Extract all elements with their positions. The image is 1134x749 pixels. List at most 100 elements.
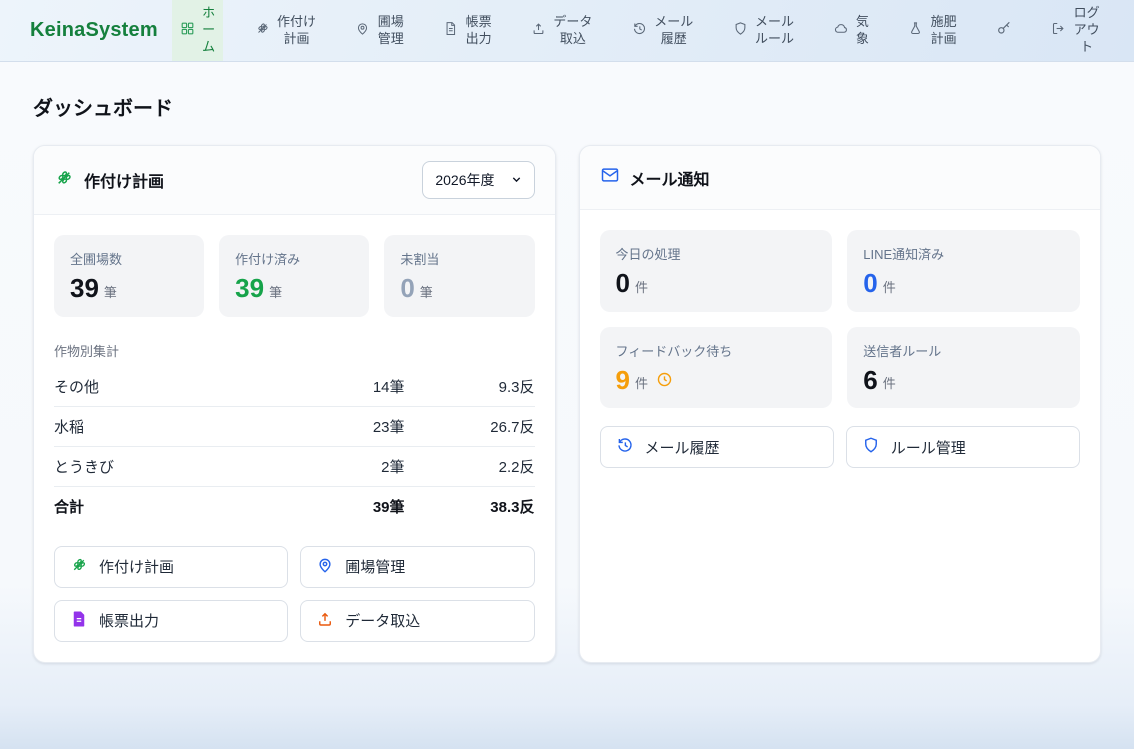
wheat-icon bbox=[70, 556, 88, 578]
nav-item-planting-plan[interactable]: 作付け計画 bbox=[247, 0, 325, 61]
stat-label: 全圃場数 bbox=[70, 249, 188, 268]
clock-icon bbox=[656, 371, 673, 393]
crop-summary-table: 作物別集計 その他 14筆 9.3反 水稲 23筆 26.7反 bbox=[54, 341, 535, 526]
crop-name: 水稲 bbox=[54, 416, 290, 437]
nav-item-label: 作付け計画 bbox=[277, 14, 317, 48]
table-row: その他 14筆 9.3反 bbox=[54, 367, 535, 407]
map-pin-icon bbox=[316, 556, 334, 578]
stat-planted: 作付け済み 39筆 bbox=[219, 235, 369, 317]
crop-name: 合計 bbox=[54, 496, 290, 517]
planting-card-header: 作付け計画 2026年度 bbox=[34, 146, 555, 215]
stat-unit: 筆 bbox=[420, 282, 433, 301]
history-icon bbox=[616, 436, 634, 458]
wheat-icon bbox=[54, 168, 74, 193]
chevron-down-icon bbox=[511, 172, 522, 188]
envelope-icon bbox=[600, 165, 620, 190]
nav-item-mail-rules[interactable]: メールルール bbox=[725, 0, 803, 61]
nav-item-fertilizer-plan[interactable]: 施肥計画 bbox=[900, 0, 965, 61]
stat-value: 9 bbox=[616, 366, 630, 395]
stat-unit: 筆 bbox=[269, 282, 282, 301]
table-total-row: 合計 39筆 38.3反 bbox=[54, 487, 535, 526]
stat-value: 6 bbox=[863, 366, 877, 395]
nav-item-label: 気象 bbox=[856, 14, 870, 48]
rule-management-button[interactable]: ルール管理 bbox=[846, 426, 1080, 468]
document-icon bbox=[70, 610, 88, 632]
mail-history-button[interactable]: メール履歴 bbox=[600, 426, 834, 468]
document-icon bbox=[443, 21, 458, 41]
key-icon bbox=[996, 20, 1012, 41]
nav-item-label: データ取込 bbox=[553, 14, 593, 48]
table-row: 水稲 23筆 26.7反 bbox=[54, 407, 535, 447]
year-select-value: 2026年度 bbox=[435, 170, 494, 190]
stat-today-processed: 今日の処理 0件 bbox=[600, 230, 833, 312]
stat-unit: 件 bbox=[883, 277, 896, 296]
planting-card-title-text: 作付け計画 bbox=[84, 168, 164, 192]
nav-item-label: 圃場管理 bbox=[377, 14, 404, 48]
page-title: ダッシュボード bbox=[33, 92, 1101, 121]
cloud-icon bbox=[834, 21, 849, 41]
planting-card-title: 作付け計画 bbox=[54, 168, 164, 193]
nav-item-logout[interactable]: ログアウト bbox=[1043, 0, 1108, 61]
year-select[interactable]: 2026年度 bbox=[422, 161, 534, 199]
nav-item-label: 帳票出力 bbox=[465, 14, 492, 48]
dashboard-page: ダッシュボード 作付け計画 2026年度 bbox=[0, 92, 1134, 663]
stat-feedback-pending: フィードバック待ち 9件 bbox=[600, 327, 833, 409]
button-label: 作付け計画 bbox=[99, 556, 174, 577]
crop-area: 2.2反 bbox=[405, 456, 535, 477]
stat-label: 未割当 bbox=[400, 249, 518, 268]
nav-item-label: 施肥計画 bbox=[930, 14, 957, 48]
report-output-button[interactable]: 帳票出力 bbox=[54, 600, 288, 642]
stat-unassigned: 未割当 0筆 bbox=[384, 235, 534, 317]
crop-name: その他 bbox=[54, 376, 290, 397]
nav-item-weather[interactable]: 気象 bbox=[826, 0, 878, 61]
nav-item-field-management[interactable]: 圃場管理 bbox=[347, 0, 412, 61]
upload-icon bbox=[531, 21, 546, 41]
field-management-button[interactable]: 圃場管理 bbox=[300, 546, 534, 588]
crop-area: 38.3反 bbox=[405, 496, 535, 517]
crop-area: 9.3反 bbox=[405, 376, 535, 397]
nav-item-mail-history[interactable]: メール履歴 bbox=[624, 0, 702, 61]
mail-notification-card: メール通知 今日の処理 0件 LINE通知済み 0件 フィードバック待ち bbox=[579, 145, 1102, 663]
mail-card-title-text: メール通知 bbox=[630, 166, 710, 190]
stat-value: 0 bbox=[616, 269, 630, 298]
nav-item-data-import[interactable]: データ取込 bbox=[523, 0, 601, 61]
map-pin-icon bbox=[355, 21, 370, 41]
mail-card-header: メール通知 bbox=[580, 146, 1101, 210]
nav-item-report-output[interactable]: 帳票出力 bbox=[435, 0, 500, 61]
logout-icon bbox=[1051, 21, 1066, 41]
stat-line-notified: LINE通知済み 0件 bbox=[847, 230, 1080, 312]
nav-item-label: メール履歴 bbox=[654, 14, 694, 48]
nav-item-password[interactable] bbox=[988, 0, 1020, 61]
crop-table-caption: 作物別集計 bbox=[54, 341, 535, 360]
crop-count: 14筆 bbox=[290, 376, 405, 397]
button-label: ルール管理 bbox=[891, 437, 966, 458]
upload-icon bbox=[316, 610, 334, 632]
top-navigation-bar: KeinaSystem ホーム 作付け計画 圃場管理 帳票出力 bbox=[0, 0, 1134, 62]
nav-item-label: メールルール bbox=[755, 14, 795, 48]
shield-icon bbox=[733, 21, 748, 41]
stat-value: 0 bbox=[400, 274, 414, 303]
crop-count: 2筆 bbox=[290, 456, 405, 477]
stat-label: 送信者ルール bbox=[863, 341, 1064, 360]
stat-label: 今日の処理 bbox=[616, 244, 817, 263]
stat-label: 作付け済み bbox=[235, 249, 353, 268]
stat-value: 39 bbox=[70, 274, 99, 303]
stat-label: フィードバック待ち bbox=[616, 341, 817, 360]
planting-plan-card: 作付け計画 2026年度 全圃場数 39 筆 作付け済み bbox=[33, 145, 556, 663]
button-label: 圃場管理 bbox=[345, 556, 405, 577]
stat-unit: 件 bbox=[635, 373, 648, 392]
brand-logo[interactable]: KeinaSystem bbox=[0, 0, 172, 61]
button-label: 帳票出力 bbox=[99, 610, 159, 631]
planting-plan-button[interactable]: 作付け計画 bbox=[54, 546, 288, 588]
crop-count: 23筆 bbox=[290, 416, 405, 437]
nav-item-home[interactable]: ホーム bbox=[172, 0, 224, 61]
crop-area: 26.7反 bbox=[405, 416, 535, 437]
stat-unit: 筆 bbox=[104, 282, 117, 301]
table-row: とうきび 2筆 2.2反 bbox=[54, 447, 535, 487]
stat-label: LINE通知済み bbox=[863, 244, 1064, 263]
stat-sender-rules: 送信者ルール 6件 bbox=[847, 327, 1080, 409]
button-label: データ取込 bbox=[345, 610, 420, 631]
stat-total-fields: 全圃場数 39 筆 bbox=[54, 235, 204, 317]
data-import-button[interactable]: データ取込 bbox=[300, 600, 534, 642]
crop-name: とうきび bbox=[54, 456, 290, 477]
